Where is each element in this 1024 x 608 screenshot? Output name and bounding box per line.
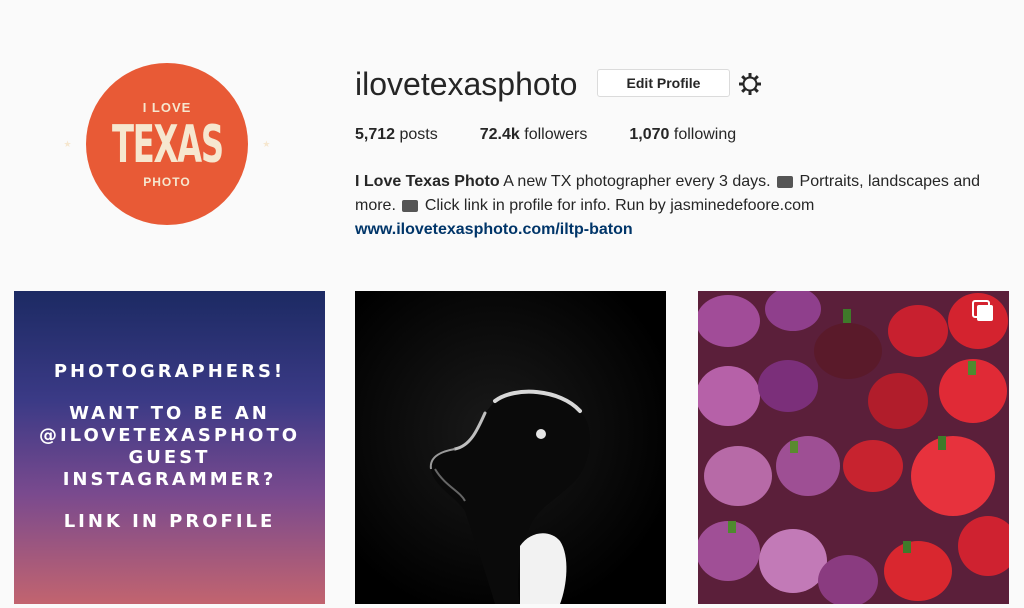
bio-link[interactable]: www.ilovetexasphoto.com/iltp-baton [355,218,1015,242]
following-label: following [673,126,737,143]
camera-icon [777,175,794,188]
star-icon: ★ [262,139,271,149]
profile-bio: I Love Texas Photo A new TX photographer… [355,170,1015,242]
peppers-photo [698,291,1009,604]
bio-text-3: Click link in profile for info. Run by j… [424,197,815,214]
following-count: 1,070 [629,126,670,143]
posts-stat: 5,712 posts [355,126,438,144]
profile-stats: 5,712 posts 72.4k followers 1,070 follow… [355,126,778,144]
profile-avatar[interactable]: I LOVE ★ TEXAS ★ PHOTO [64,63,270,225]
star-icon: ★ [63,139,72,149]
multiple-photos-icon [972,300,993,321]
promo-line-2: WANT TO BE AN @ILOVETEXASPHOTO GUEST INS… [38,403,301,490]
bio-name: I Love Texas Photo [355,173,500,190]
followers-count: 72.4k [479,126,520,143]
avatar-line-3: PHOTO [143,174,191,189]
followers-label: followers [524,126,588,143]
profile-username: ilovetexasphoto [355,66,578,102]
post-tile-dog[interactable] [355,291,666,604]
gear-icon[interactable] [738,72,762,96]
bio-text-1: A new TX photographer every 3 days. [503,173,771,190]
edit-profile-button[interactable]: Edit Profile [597,69,730,97]
promo-text: PHOTOGRAPHERS! WANT TO BE AN @ILOVETEXAS… [14,361,325,553]
posts-count: 5,712 [355,126,396,143]
post-tile-peppers[interactable] [698,291,1009,604]
following-stat[interactable]: 1,070 following [629,126,736,144]
avatar-line-2: TEXAS [111,114,224,175]
promo-line-1: PHOTOGRAPHERS! [53,361,286,382]
dog-photo [355,291,666,604]
posts-label: posts [399,126,438,143]
camera-icon [402,199,419,212]
followers-stat[interactable]: 72.4k followers [480,126,588,144]
avatar-line-1: I LOVE [142,99,192,115]
post-tile-promo[interactable]: PHOTOGRAPHERS! WANT TO BE AN @ILOVETEXAS… [14,291,325,604]
promo-line-3: LINK IN PROFILE [63,511,276,532]
avatar-middle: ★ TEXAS ★ [64,117,271,173]
